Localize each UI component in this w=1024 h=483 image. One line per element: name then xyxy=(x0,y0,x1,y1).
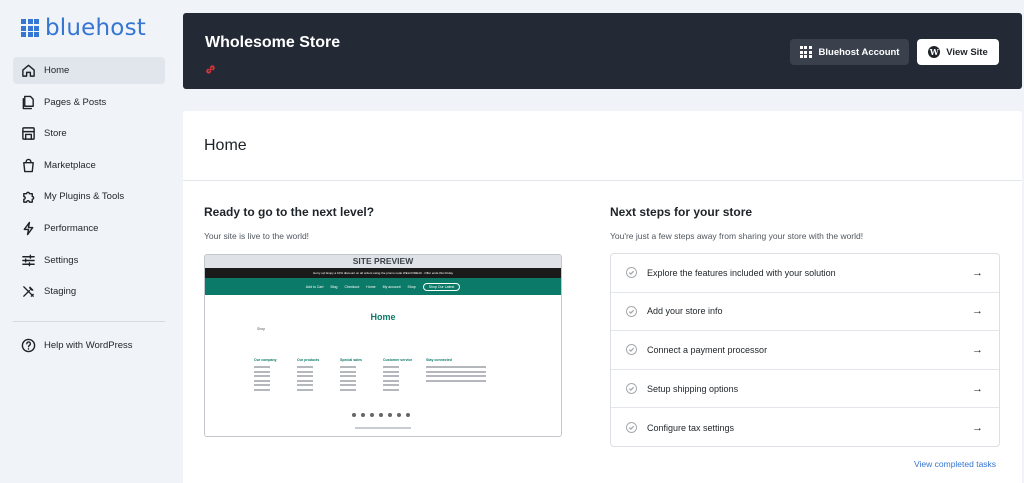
tools-icon xyxy=(20,284,36,300)
store-header: Wholesome Store Bluehost Account W View … xyxy=(183,13,1022,89)
preview-footer-col: Customer service xyxy=(383,358,426,393)
preview-social-icons xyxy=(352,413,410,417)
link-icon[interactable] xyxy=(205,62,216,74)
sidebar-item-plugins-tools[interactable]: My Plugins & Tools xyxy=(13,183,165,210)
preview-nav-item: Shop xyxy=(407,284,416,289)
preview-col-heading: Our products xyxy=(297,358,320,362)
preview-nav-item: Blog xyxy=(330,284,338,289)
step-label: Add your store info xyxy=(647,306,723,317)
preview-col-heading: Customer service xyxy=(383,358,413,362)
next-level-title: Ready to go to the next level? xyxy=(204,205,375,219)
sidebar-item-staging[interactable]: Staging xyxy=(13,278,165,305)
sidebar-item-label: Home xyxy=(44,65,70,76)
check-circle-icon xyxy=(626,422,637,434)
check-circle-icon xyxy=(626,305,637,317)
main-divider xyxy=(183,180,1022,181)
bluehost-grid-icon xyxy=(21,19,39,37)
sidebar-item-label: Settings xyxy=(44,254,79,266)
grid-icon xyxy=(799,46,812,58)
bluehost-account-label: Bluehost Account xyxy=(818,46,900,58)
preview-col-heading: Special sales xyxy=(340,358,362,362)
store-icon xyxy=(20,126,36,142)
site-preview-label: SITE PREVIEW xyxy=(205,255,561,268)
bluehost-account-button[interactable]: Bluehost Account xyxy=(790,39,909,65)
sidebar-item-marketplace[interactable]: Marketplace xyxy=(13,152,165,179)
sidebar-item-pages-posts[interactable]: Pages & Posts xyxy=(13,89,165,116)
brand-name: bluehost xyxy=(45,15,146,41)
sidebar-item-store[interactable]: Store xyxy=(13,120,165,147)
sidebar-divider xyxy=(13,321,165,322)
pages-icon xyxy=(20,94,36,110)
next-steps-list: Explore the features included with your … xyxy=(610,253,1000,447)
sidebar-item-label: My Plugins & Tools xyxy=(44,191,125,203)
arrow-right-icon: → xyxy=(972,266,983,279)
home-icon xyxy=(20,63,36,79)
arrow-right-icon: → xyxy=(972,421,983,434)
preview-home-heading: Home xyxy=(370,312,396,322)
sidebar-item-home[interactable]: Home xyxy=(13,57,165,84)
question-icon xyxy=(20,338,36,354)
sidebar-item-performance[interactable]: Performance xyxy=(13,215,165,242)
step-setup-shipping[interactable]: Setup shipping options → xyxy=(611,370,999,409)
store-title: Wholesome Store xyxy=(205,34,341,51)
view-site-label: View Site xyxy=(946,46,988,58)
step-add-store-info[interactable]: Add your store info → xyxy=(611,293,999,332)
sidebar-help-section: Help with WordPress xyxy=(13,332,165,364)
step-label: Configure tax settings xyxy=(647,422,735,433)
preview-shop-label: Shop xyxy=(257,327,266,331)
sidebar-item-label: Staging xyxy=(44,286,77,298)
arrow-right-icon: → xyxy=(972,305,983,318)
preview-col-heading: Stay connected xyxy=(426,358,452,362)
check-circle-icon xyxy=(626,344,637,356)
bluehost-logo[interactable]: bluehost xyxy=(21,15,146,41)
preview-footer-col: Our company xyxy=(254,358,297,393)
step-label: Connect a payment processor xyxy=(647,344,768,355)
wordpress-icon: W xyxy=(928,46,941,58)
step-label: Explore the features included with your … xyxy=(647,267,836,278)
preview-nav-item: Add to Cart xyxy=(305,284,324,289)
site-preview[interactable]: SITE PREVIEW Hurry up! Enjoy a 10% disco… xyxy=(204,254,562,437)
sidebar-item-label: Store xyxy=(44,128,67,140)
sidebar-item-settings[interactable]: Settings xyxy=(13,247,165,274)
preview-nav-button: Shop Our Latest xyxy=(422,282,461,291)
preview-nav: Add to Cart Blog Checkout Home My accoun… xyxy=(205,278,561,295)
sidebar-item-help-wordpress[interactable]: Help with WordPress xyxy=(13,332,165,359)
step-connect-payment[interactable]: Connect a payment processor → xyxy=(611,331,999,370)
sidebar-nav: Home Pages & Posts Store Marketplace My … xyxy=(13,57,165,310)
puzzle-icon xyxy=(20,189,36,205)
preview-footer-col: Special sales xyxy=(340,358,383,393)
sidebar-item-label: Marketplace xyxy=(44,159,96,171)
site-live-text: Your site is live to the world! xyxy=(204,231,310,241)
next-steps-title: Next steps for your store xyxy=(610,205,753,219)
preview-nav-item: Home xyxy=(366,284,376,289)
view-site-button[interactable]: W View Site xyxy=(917,39,999,65)
check-circle-icon xyxy=(626,267,637,279)
main-content: Home Ready to go to the next level? Your… xyxy=(183,111,1022,483)
next-steps-subtitle: You're just a few steps away from sharin… xyxy=(610,231,864,241)
sidebar: bluehost Home Pages & Posts Store Market… xyxy=(0,0,180,483)
preview-footer-col: Stay connected xyxy=(426,358,490,393)
preview-nav-item: Checkout xyxy=(344,284,360,289)
step-explore-features[interactable]: Explore the features included with your … xyxy=(611,254,999,293)
arrow-right-icon: → xyxy=(972,382,983,395)
sidebar-item-label: Pages & Posts xyxy=(44,96,107,108)
check-circle-icon xyxy=(626,383,637,395)
page-title: Home xyxy=(204,137,247,154)
view-completed-tasks-link[interactable]: View completed tasks xyxy=(914,459,996,469)
preview-col-heading: Our company xyxy=(254,358,277,362)
step-label: Setup shipping options xyxy=(647,383,739,394)
bolt-icon xyxy=(20,220,36,236)
preview-footer-columns: Our company Our products Special sales C… xyxy=(254,358,490,393)
arrow-right-icon: → xyxy=(972,343,983,356)
preview-copyright xyxy=(355,427,411,429)
step-configure-tax[interactable]: Configure tax settings → xyxy=(611,408,999,447)
sliders-icon xyxy=(20,252,36,268)
preview-footer-col: Our products xyxy=(297,358,340,393)
preview-banner: Hurry up! Enjoy a 10% discount on all or… xyxy=(205,268,561,278)
sidebar-item-label: Help with WordPress xyxy=(44,340,133,351)
bag-icon xyxy=(20,157,36,173)
sidebar-item-label: Performance xyxy=(44,222,99,234)
preview-nav-item: My account xyxy=(382,284,401,289)
